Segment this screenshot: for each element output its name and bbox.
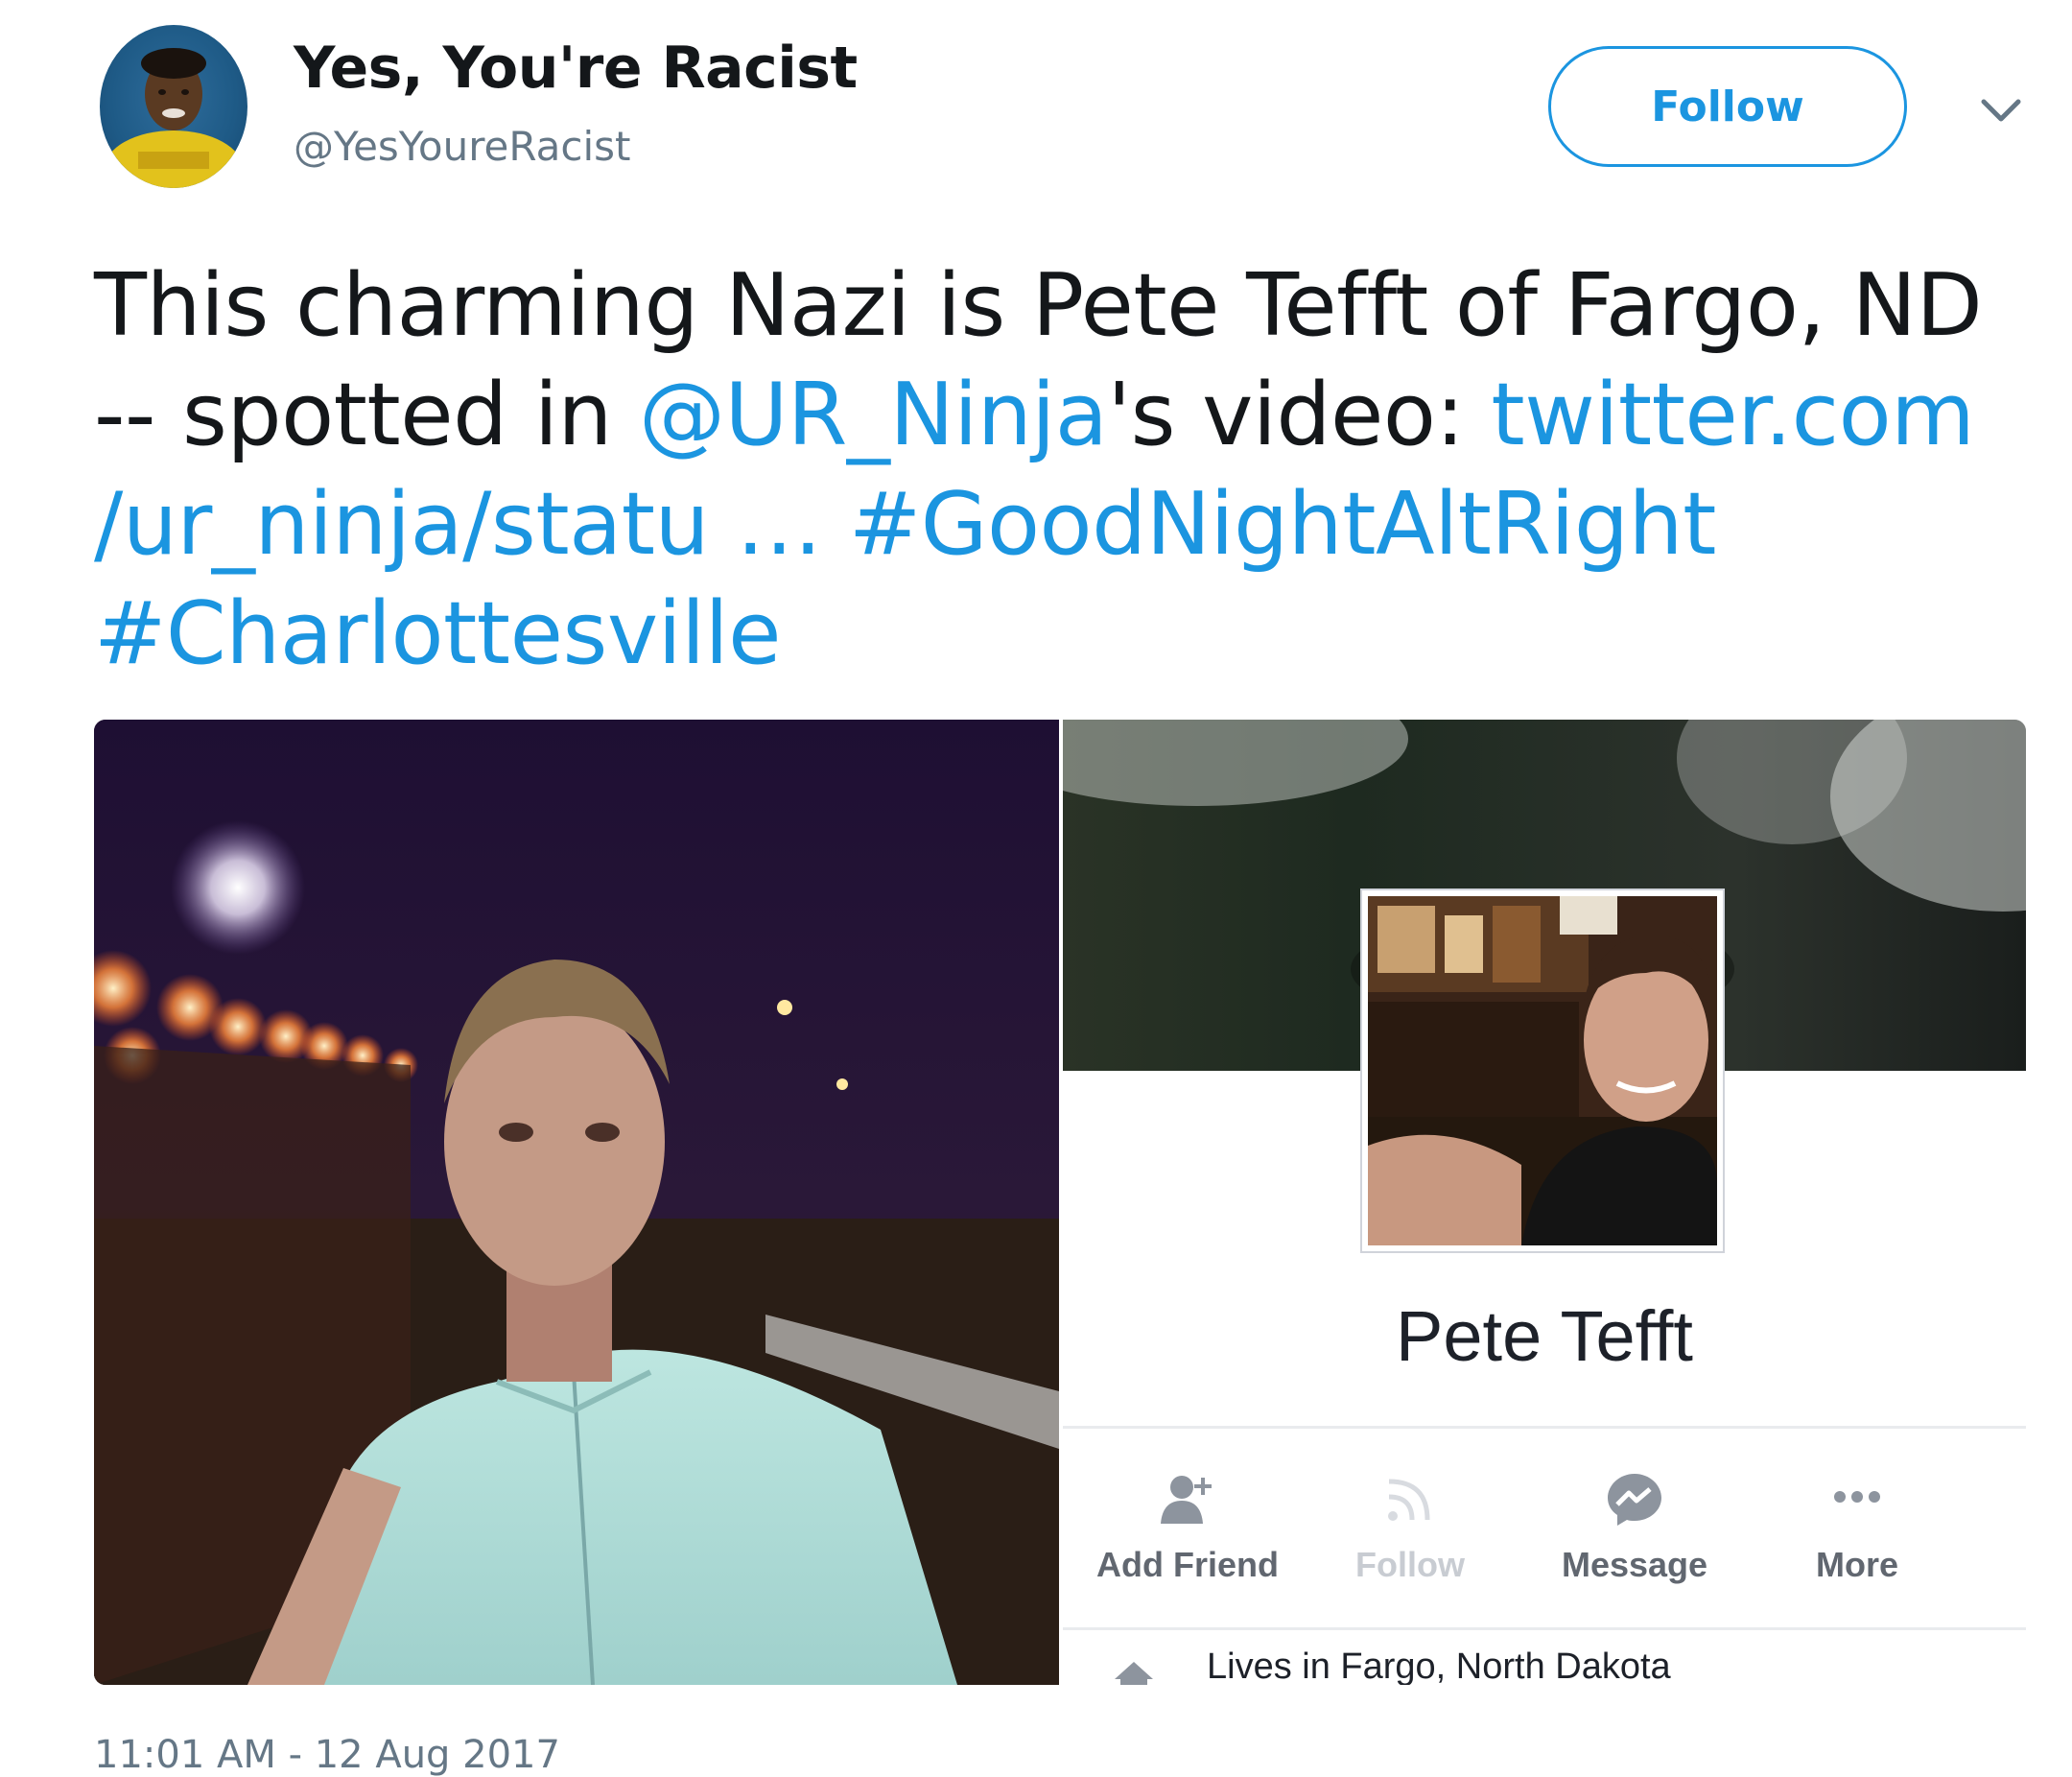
fb-profile-name[interactable]: Pete Tefft xyxy=(1063,1295,2026,1377)
fb-action-label: Message xyxy=(1561,1545,1708,1584)
video-still-photo[interactable] xyxy=(94,720,1059,1685)
tweet-media: Pete Tefft Add Friend Follow Message Mor… xyxy=(94,720,2026,1685)
tweet-text: This charming Nazi is Pete Tefft of Farg… xyxy=(94,251,2003,689)
home-icon xyxy=(1115,1662,1153,1685)
fb-add-friend-button[interactable]: Add Friend xyxy=(1082,1468,1293,1593)
follow-button[interactable]: Follow xyxy=(1548,46,1907,167)
fb-follow-button[interactable]: Follow xyxy=(1305,1468,1516,1593)
add-friend-icon xyxy=(1161,1476,1212,1524)
fb-profile-photo xyxy=(1368,896,1717,1245)
facebook-profile-screenshot[interactable]: Pete Tefft Add Friend Follow Message Mor… xyxy=(1063,720,2026,1685)
mention-link[interactable]: @UR_Ninja xyxy=(639,365,1108,465)
chevron-down-icon[interactable] xyxy=(1976,84,2026,134)
fb-message-button[interactable]: Message xyxy=(1529,1468,1740,1593)
user-avatar[interactable] xyxy=(100,25,247,188)
divider xyxy=(1063,1627,2026,1630)
fb-action-label: Follow xyxy=(1355,1545,1465,1584)
fb-more-button[interactable]: More xyxy=(1752,1468,1963,1593)
messenger-icon xyxy=(1608,1474,1661,1526)
fb-profile-picture[interactable] xyxy=(1362,890,1723,1251)
fb-action-label: More xyxy=(1815,1545,1898,1584)
divider xyxy=(1063,1426,2026,1429)
hashtag-link[interactable]: #Charlottesville xyxy=(94,583,782,684)
fb-lives-in-text: Lives in Fargo, North Dakota xyxy=(1207,1647,1671,1685)
night-rally-photo xyxy=(94,720,1059,1685)
fb-lives-in-row: Lives in Fargo, North Dakota xyxy=(1111,1647,2013,1685)
tweet-timestamp[interactable]: 11:01 AM - 12 Aug 2017 xyxy=(94,1733,560,1777)
tweet-header: Yes, You're Racist @YesYoureRacist Follo… xyxy=(0,0,2072,201)
fb-action-bar: Add Friend Follow Message More xyxy=(1063,1468,2026,1593)
tweet-text-part: 's video: xyxy=(1107,365,1492,465)
more-dots-icon xyxy=(1834,1491,1880,1503)
hashtag-link[interactable]: #GoodNightAltRight xyxy=(849,474,1717,575)
user-handle[interactable]: @YesYoureRacist xyxy=(294,123,630,170)
rss-follow-icon xyxy=(1388,1479,1430,1521)
display-name[interactable]: Yes, You're Racist xyxy=(294,35,858,102)
fb-action-label: Add Friend xyxy=(1096,1545,1279,1584)
avatar-portrait xyxy=(105,48,243,188)
